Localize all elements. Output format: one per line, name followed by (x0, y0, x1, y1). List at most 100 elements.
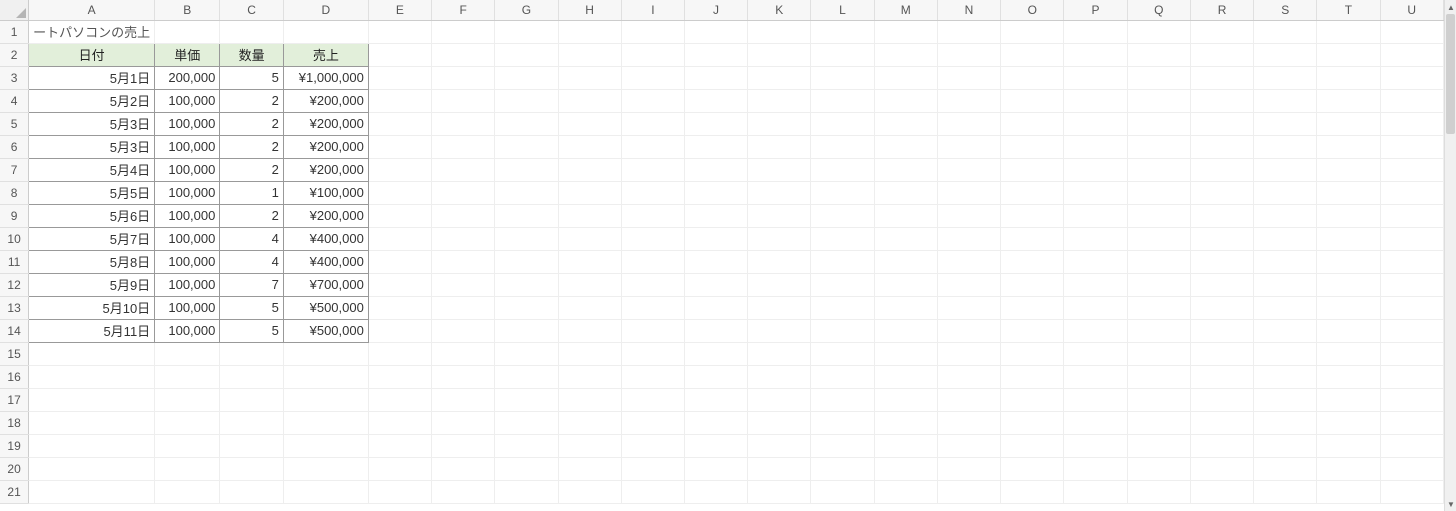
cell-K20[interactable] (748, 457, 811, 480)
cell-A3[interactable]: 5月1日 (29, 66, 155, 89)
cell-M11[interactable] (874, 250, 937, 273)
cell-F19[interactable] (432, 434, 495, 457)
cell-J19[interactable] (684, 434, 747, 457)
cell-G4[interactable] (495, 89, 558, 112)
cell-Q8[interactable] (1127, 181, 1190, 204)
cell-Q18[interactable] (1127, 411, 1190, 434)
row-header-3[interactable]: 3 (0, 66, 29, 89)
cell-M6[interactable] (874, 135, 937, 158)
cell-N9[interactable] (937, 204, 1000, 227)
cell-R7[interactable] (1190, 158, 1253, 181)
cell-A12[interactable]: 5月9日 (29, 273, 155, 296)
cell-U2[interactable] (1380, 43, 1443, 66)
cell-J20[interactable] (684, 457, 747, 480)
cell-R2[interactable] (1190, 43, 1253, 66)
cell-E6[interactable] (368, 135, 431, 158)
cell-J21[interactable] (684, 480, 747, 503)
cell-R19[interactable] (1190, 434, 1253, 457)
cell-N15[interactable] (937, 342, 1000, 365)
cell-N12[interactable] (937, 273, 1000, 296)
cell-U14[interactable] (1380, 319, 1443, 342)
cell-C1[interactable] (220, 20, 283, 43)
cell-T10[interactable] (1317, 227, 1380, 250)
cell-B11[interactable]: 100,000 (155, 250, 220, 273)
cell-J11[interactable] (684, 250, 747, 273)
cell-J9[interactable] (684, 204, 747, 227)
cell-I1[interactable] (621, 20, 684, 43)
cell-Q16[interactable] (1127, 365, 1190, 388)
cell-T17[interactable] (1317, 388, 1380, 411)
cell-K16[interactable] (748, 365, 811, 388)
cell-B13[interactable]: 100,000 (155, 296, 220, 319)
column-header-B[interactable]: B (155, 0, 220, 20)
cell-U17[interactable] (1380, 388, 1443, 411)
cell-K15[interactable] (748, 342, 811, 365)
row-header-10[interactable]: 10 (0, 227, 29, 250)
cell-B12[interactable]: 100,000 (155, 273, 220, 296)
cell-D1[interactable] (283, 20, 368, 43)
cell-F9[interactable] (432, 204, 495, 227)
cell-A9[interactable]: 5月6日 (29, 204, 155, 227)
cell-O18[interactable] (1001, 411, 1064, 434)
cell-C20[interactable] (220, 457, 283, 480)
cell-A13[interactable]: 5月10日 (29, 296, 155, 319)
cell-D9[interactable]: ¥200,000 (283, 204, 368, 227)
cell-C11[interactable]: 4 (220, 250, 283, 273)
cell-L16[interactable] (811, 365, 874, 388)
cell-H13[interactable] (558, 296, 621, 319)
cell-A5[interactable]: 5月3日 (29, 112, 155, 135)
cell-O14[interactable] (1001, 319, 1064, 342)
row-header-7[interactable]: 7 (0, 158, 29, 181)
cell-N6[interactable] (937, 135, 1000, 158)
cell-T19[interactable] (1317, 434, 1380, 457)
cell-N17[interactable] (937, 388, 1000, 411)
cell-O5[interactable] (1001, 112, 1064, 135)
cell-H8[interactable] (558, 181, 621, 204)
cell-B21[interactable] (155, 480, 220, 503)
cell-I14[interactable] (621, 319, 684, 342)
cell-U13[interactable] (1380, 296, 1443, 319)
cell-G18[interactable] (495, 411, 558, 434)
cell-S12[interactable] (1254, 273, 1317, 296)
cell-T1[interactable] (1317, 20, 1380, 43)
cell-Q1[interactable] (1127, 20, 1190, 43)
cell-U15[interactable] (1380, 342, 1443, 365)
cell-J1[interactable] (684, 20, 747, 43)
column-header-D[interactable]: D (283, 0, 368, 20)
cell-B16[interactable] (155, 365, 220, 388)
cell-C13[interactable]: 5 (220, 296, 283, 319)
cell-L13[interactable] (811, 296, 874, 319)
cell-B20[interactable] (155, 457, 220, 480)
cell-R20[interactable] (1190, 457, 1253, 480)
cell-P4[interactable] (1064, 89, 1127, 112)
cell-A16[interactable] (29, 365, 155, 388)
cell-C2[interactable]: 数量 (220, 43, 283, 66)
column-header-O[interactable]: O (1001, 0, 1064, 20)
column-header-C[interactable]: C (220, 0, 283, 20)
cell-F11[interactable] (432, 250, 495, 273)
cell-B7[interactable]: 100,000 (155, 158, 220, 181)
cell-I11[interactable] (621, 250, 684, 273)
cell-Q14[interactable] (1127, 319, 1190, 342)
cell-G17[interactable] (495, 388, 558, 411)
cell-O20[interactable] (1001, 457, 1064, 480)
cell-G21[interactable] (495, 480, 558, 503)
cell-H17[interactable] (558, 388, 621, 411)
cell-F10[interactable] (432, 227, 495, 250)
cell-R12[interactable] (1190, 273, 1253, 296)
cell-D14[interactable]: ¥500,000 (283, 319, 368, 342)
cell-S14[interactable] (1254, 319, 1317, 342)
cell-I13[interactable] (621, 296, 684, 319)
cell-H6[interactable] (558, 135, 621, 158)
cell-P8[interactable] (1064, 181, 1127, 204)
cell-L12[interactable] (811, 273, 874, 296)
cell-Q2[interactable] (1127, 43, 1190, 66)
cell-C10[interactable]: 4 (220, 227, 283, 250)
cell-Q15[interactable] (1127, 342, 1190, 365)
cell-D12[interactable]: ¥700,000 (283, 273, 368, 296)
cell-G6[interactable] (495, 135, 558, 158)
cell-F3[interactable] (432, 66, 495, 89)
cell-U19[interactable] (1380, 434, 1443, 457)
cell-T5[interactable] (1317, 112, 1380, 135)
cell-S8[interactable] (1254, 181, 1317, 204)
